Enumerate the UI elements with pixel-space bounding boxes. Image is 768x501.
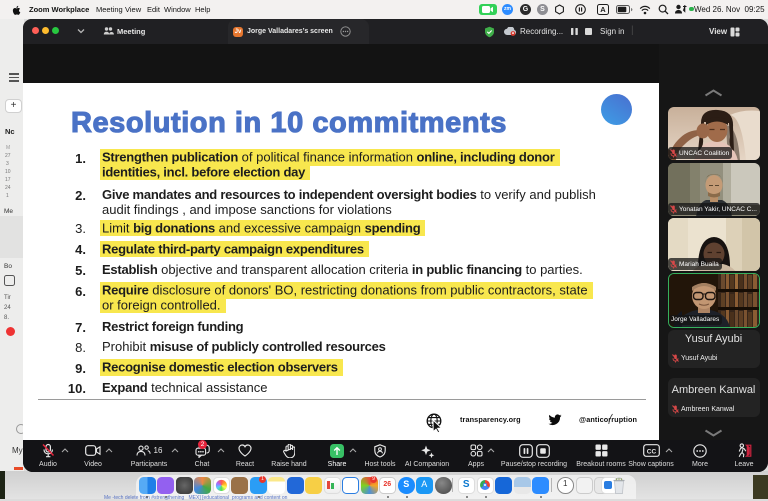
- svg-text:CC: CC: [646, 448, 656, 455]
